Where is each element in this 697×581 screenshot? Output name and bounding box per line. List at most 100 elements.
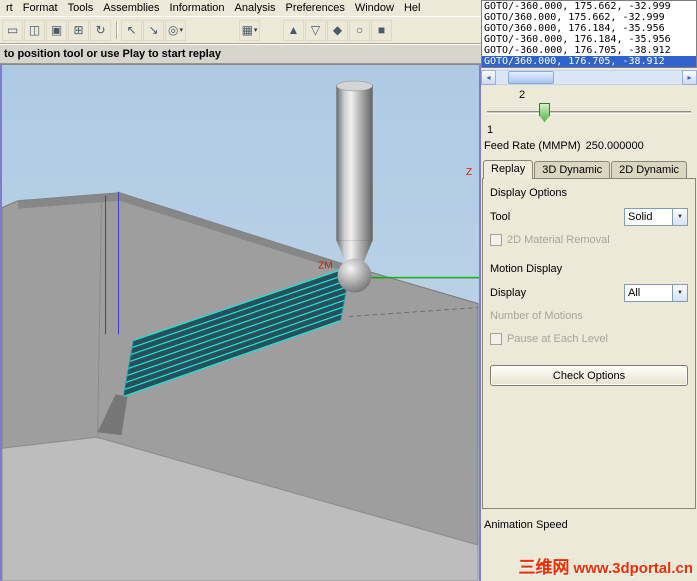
slider-track[interactable] <box>487 111 691 114</box>
toolbar-glyph: ↖ <box>126 23 137 37</box>
toolbar-icon-7[interactable]: ↘ <box>143 19 164 41</box>
goto-list-item[interactable]: GOTO/-360.000, 176.705, -38.912 <box>482 45 696 56</box>
material-removal-checkbox <box>490 234 502 246</box>
menu-tools[interactable]: Tools <box>63 1 99 15</box>
prompt-text: to position tool or use Play to start re… <box>4 48 221 60</box>
viewport-scene: ZM Z <box>2 65 479 581</box>
goto-list-item[interactable]: GOTO/-360.000, 175.662, -32.999 <box>482 1 696 12</box>
check-options-button[interactable]: Check Options <box>490 365 688 386</box>
tool-display-value: Solid <box>628 211 653 223</box>
watermark-url-text: www.3dportal.cn <box>573 560 693 577</box>
replay-slider[interactable] <box>487 102 691 123</box>
toolbar-icon-9[interactable]: ▲ <box>283 19 304 41</box>
tab-3d-dynamic[interactable]: 3D Dynamic <box>534 161 611 178</box>
menu-help[interactable]: Hel <box>399 1 426 15</box>
toolbar-glyph: ◎ <box>168 23 179 37</box>
slider-thumb[interactable] <box>539 103 550 122</box>
menu-assemblies[interactable]: Assemblies <box>98 1 164 15</box>
toolbar-icon-10[interactable]: ▽ <box>305 19 326 41</box>
goto-list-item-selected[interactable]: GOTO/360.000, 176.705, -38.912 <box>482 56 696 67</box>
pause-each-level-label: Pause at Each Level <box>507 333 608 345</box>
toolbar-icon-8[interactable]: ◎ ▾ <box>165 19 186 41</box>
toolbar-glyph: ○ <box>355 23 364 37</box>
toolbar-glyph: ▣ <box>50 23 63 37</box>
combo-dropdown-icon[interactable]: ▼ <box>672 209 687 225</box>
toolbar-icon-12[interactable]: ○ <box>349 19 370 41</box>
toolbar-glyph: ▭ <box>6 23 19 37</box>
goto-list-item[interactable]: GOTO/360.000, 176.184, -35.956 <box>482 23 696 34</box>
toolbar-glyph: ↘ <box>148 23 159 37</box>
tool-display-row: Tool Solid ▼ <box>490 208 688 226</box>
goto-motion-list: GOTO/-360.000, 175.662, -32.999 GOTO/360… <box>481 0 697 68</box>
menu-analysis[interactable]: Analysis <box>230 1 281 15</box>
toolbar-icon-4[interactable]: ⊞ <box>68 19 89 41</box>
tool-display-combo[interactable]: Solid ▼ <box>624 208 688 226</box>
status-prompt-bar: to position tool or use Play to start re… <box>0 44 481 64</box>
dropdown-arrow-icon: ▾ <box>253 27 258 34</box>
motion-display-heading: Motion Display <box>490 263 563 275</box>
menu-preferences[interactable]: Preferences <box>281 1 350 15</box>
tool-label: Tool <box>490 211 511 223</box>
feed-rate-row: Feed Rate (MMPM) 250.000000 <box>481 136 697 159</box>
replay-side-panel: GOTO/-360.000, 175.662, -32.999 GOTO/360… <box>481 0 697 581</box>
dropdown-arrow-icon: ▾ <box>179 27 183 34</box>
scroll-left-icon: ◂ <box>486 73 491 82</box>
replay-position-slider-zone: 2 1 <box>481 85 697 136</box>
toolbar-icon-3[interactable]: ▣ <box>46 19 67 41</box>
motion-display-combo[interactable]: All ▼ <box>624 284 688 302</box>
replay-tabs: Replay 3D Dynamic 2D Dynamic <box>481 159 697 179</box>
toolbar-icon-1[interactable]: ▭ <box>2 19 23 41</box>
site-watermark: 三维网 www.3dportal.cn <box>519 553 693 578</box>
toolbar-view-dropdown[interactable]: ▦ ▾ <box>239 19 260 41</box>
display-label: Display <box>490 287 527 299</box>
feed-rate-label: Feed Rate (MMPM) <box>484 140 581 152</box>
combo-dropdown-icon[interactable]: ▼ <box>672 285 687 301</box>
material-removal-row: 2D Material Removal <box>490 231 688 249</box>
scroll-left-button[interactable]: ◂ <box>481 70 496 85</box>
toolbar-glyph: ▽ <box>310 23 321 37</box>
toolbar-icon-11[interactable]: ◆ <box>327 19 348 41</box>
toolbar-icon-6[interactable]: ↖ <box>121 19 142 41</box>
menu-format[interactable]: Format <box>18 1 63 15</box>
pause-each-level-checkbox <box>490 333 502 345</box>
watermark-cn-text: 三维网 <box>518 558 570 577</box>
left-column: rt Format Tools Assemblies Information A… <box>0 0 481 581</box>
goto-list-item[interactable]: GOTO/360.000, 175.662, -32.999 <box>482 12 696 23</box>
toolbar-glyph: ▦ <box>241 23 253 37</box>
scrollbar-track[interactable] <box>496 70 682 85</box>
menu-window[interactable]: Window <box>350 1 399 15</box>
axis-label-zm: ZM <box>318 261 332 272</box>
tool-ball-end <box>337 258 372 293</box>
goto-list-item[interactable]: GOTO/-360.000, 176.184, -35.956 <box>482 34 696 45</box>
menu-bar: rt Format Tools Assemblies Information A… <box>0 0 481 16</box>
slider-value-label: 2 <box>519 89 526 101</box>
viewport-3d[interactable]: ZM Z <box>0 64 481 581</box>
toolbar-icon-13[interactable]: ■ <box>371 19 392 41</box>
goto-list-hscrollbar: ◂ ▸ <box>481 70 697 85</box>
pause-each-level-row: Pause at Each Level <box>490 330 688 348</box>
scroll-right-button[interactable]: ▸ <box>682 70 697 85</box>
toolbar-separator <box>116 21 117 39</box>
menu-information[interactable]: Information <box>165 1 230 15</box>
scrollbar-thumb[interactable] <box>508 71 554 84</box>
toolbar: ▭ ◫ ▣ ⊞ ↻ ↖ ↘ ◎ ▾ ▦ ▾ ▲ ▽ ◆ ○ ■ <box>0 16 481 44</box>
toolbar-icon-5[interactable]: ↻ <box>90 19 111 41</box>
scroll-right-icon: ▸ <box>687 73 692 82</box>
material-removal-label: 2D Material Removal <box>507 234 610 246</box>
motion-display-row: Display All ▼ <box>490 284 688 302</box>
tab-2d-dynamic[interactable]: 2D Dynamic <box>611 161 688 178</box>
application-window: rt Format Tools Assemblies Information A… <box>0 0 697 581</box>
toolbar-glyph: ◆ <box>332 23 343 37</box>
tab-replay[interactable]: Replay <box>483 160 534 179</box>
display-options-heading: Display Options <box>490 187 568 199</box>
axis-label-z: Z <box>466 167 472 178</box>
menu-insert[interactable]: rt <box>1 1 18 15</box>
slider-min-label: 1 <box>487 124 494 136</box>
toolbar-glyph: ▲ <box>287 23 300 37</box>
toolbar-glyph: ◫ <box>28 23 41 37</box>
replay-tab-panel: Display Options Tool Solid ▼ 2D Material… <box>482 178 696 509</box>
animation-speed-label: Animation Speed <box>484 519 568 531</box>
motion-display-value: All <box>628 287 641 299</box>
feed-rate-value: 250.000000 <box>585 140 644 152</box>
toolbar-icon-2[interactable]: ◫ <box>24 19 45 41</box>
